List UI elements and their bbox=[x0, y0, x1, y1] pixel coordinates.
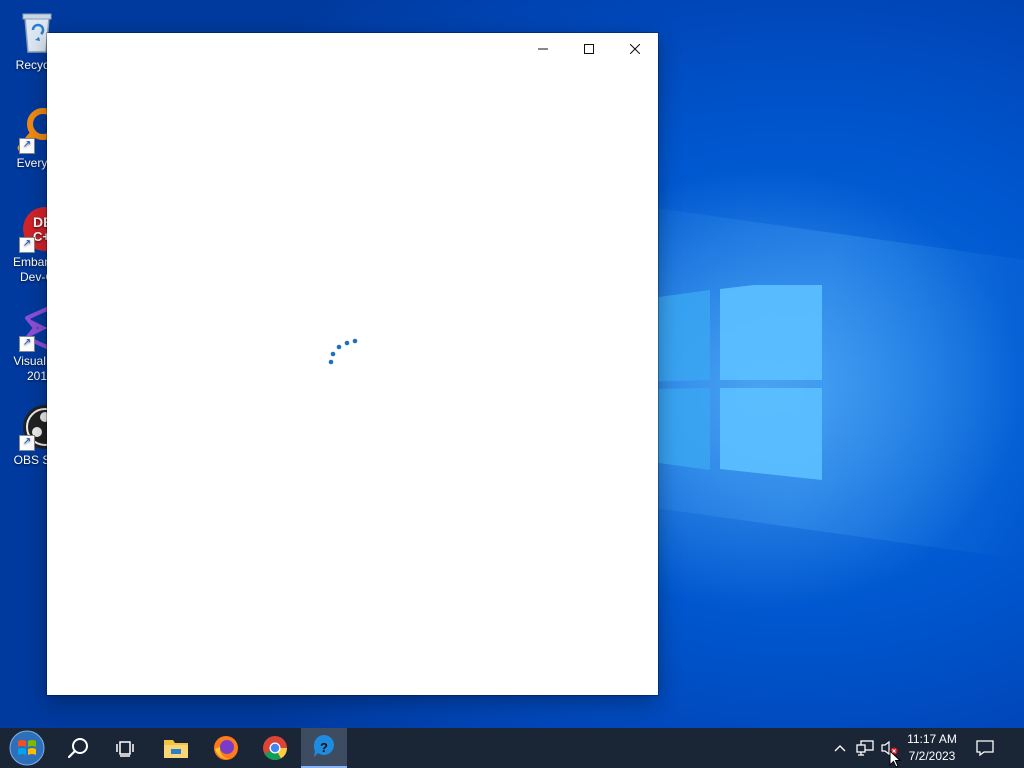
shortcut-arrow-icon: ↗ bbox=[19, 336, 35, 352]
folder-icon bbox=[164, 740, 188, 758]
file-explorer-button[interactable] bbox=[152, 728, 200, 768]
notification-icon bbox=[976, 740, 994, 757]
shortcut-arrow-icon: ↗ bbox=[19, 237, 35, 253]
search-icon bbox=[67, 738, 88, 759]
help-icon: ? bbox=[313, 735, 334, 757]
help-app-button[interactable]: ? bbox=[301, 728, 347, 768]
task-view-icon bbox=[116, 741, 134, 757]
window-titlebar-controls bbox=[520, 33, 658, 65]
close-icon bbox=[630, 44, 640, 54]
task-view-button[interactable] bbox=[102, 728, 150, 768]
svg-text:?: ? bbox=[320, 740, 328, 755]
chrome-button[interactable] bbox=[251, 728, 299, 768]
chrome-icon bbox=[263, 736, 287, 761]
loading-spinner-icon bbox=[328, 338, 358, 365]
close-button[interactable] bbox=[612, 33, 658, 65]
shortcut-arrow-icon: ↗ bbox=[19, 435, 35, 451]
clock-time: 11:17 AM bbox=[907, 732, 957, 746]
taskbar: ? 11:17 AM 7/2/2023 bbox=[0, 728, 1024, 768]
minimize-icon bbox=[538, 48, 548, 50]
windows-start-icon bbox=[9, 730, 45, 766]
show-hidden-icons-button[interactable] bbox=[832, 728, 848, 768]
minimize-button[interactable] bbox=[520, 33, 566, 65]
clock-date: 7/2/2023 bbox=[908, 749, 956, 763]
start-button[interactable] bbox=[3, 728, 51, 768]
chevron-up-icon bbox=[834, 745, 846, 752]
firefox-icon bbox=[214, 736, 238, 760]
maximize-icon bbox=[584, 44, 594, 54]
taskbar-clock[interactable]: 11:17 AM 7/2/2023 bbox=[900, 731, 964, 765]
maximize-button[interactable] bbox=[566, 33, 612, 65]
action-center-button[interactable] bbox=[972, 728, 998, 768]
network-icon bbox=[856, 740, 874, 756]
shortcut-arrow-icon: ↗ bbox=[19, 138, 35, 154]
search-button[interactable] bbox=[54, 728, 102, 768]
firefox-button[interactable] bbox=[202, 728, 250, 768]
app-window[interactable] bbox=[47, 33, 658, 695]
network-button[interactable] bbox=[854, 728, 876, 768]
mouse-cursor-icon bbox=[889, 750, 901, 768]
